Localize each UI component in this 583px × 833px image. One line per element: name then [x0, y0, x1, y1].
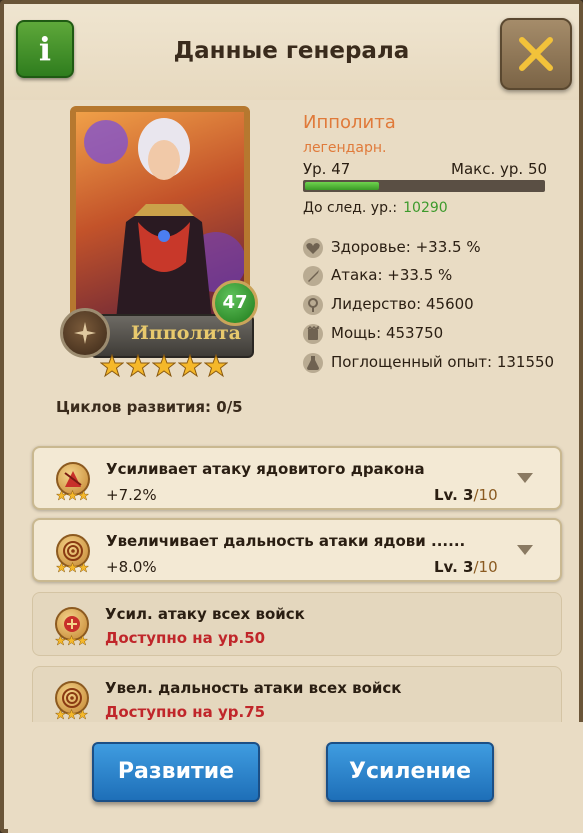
- stat-label: Лидерство:: [331, 295, 422, 313]
- skill-level-max: /10: [473, 558, 498, 576]
- star-icon: [55, 709, 66, 720]
- info-icon: i: [38, 30, 52, 68]
- next-level-row: До след. ур.: 10290: [303, 200, 448, 216]
- xp-progress-fill: [305, 182, 379, 190]
- level-badge: 47: [212, 280, 258, 326]
- might-icon: [303, 324, 323, 344]
- max-level-value: 50: [527, 160, 548, 178]
- skill-card[interactable]: Увеличивает дальность атаки ядови ......…: [32, 518, 562, 582]
- star-icon: [126, 354, 150, 378]
- star-icon: [66, 635, 77, 646]
- star-icon: [77, 635, 88, 646]
- skill-stars: [55, 709, 89, 720]
- skill-title: Усиливает атаку ядовитого дракона: [106, 460, 425, 478]
- xp-progress-bar: [303, 180, 545, 192]
- skill-stars: [56, 562, 90, 573]
- star-icon: [77, 709, 88, 720]
- star-icon: [56, 562, 67, 573]
- max-level-label: Макс. ур.: [451, 160, 524, 178]
- development-cycles: Циклов развития: 0/5: [56, 398, 243, 416]
- stat-value: 131550: [496, 353, 555, 371]
- skill-level-current: Lv. 3: [434, 486, 474, 504]
- leadership-icon: [303, 295, 323, 315]
- skill-value: +8.0%: [106, 558, 157, 576]
- star-icon: [56, 490, 67, 501]
- stat-value: +33.5 %: [387, 266, 453, 284]
- star-icon: [55, 635, 66, 646]
- close-button[interactable]: [500, 18, 572, 90]
- star-icon: [78, 490, 89, 501]
- star-icon: [78, 562, 89, 573]
- cycles-value: 0/5: [216, 398, 243, 416]
- develop-button[interactable]: Развитие: [92, 742, 260, 802]
- stat-value: +33.5 %: [415, 238, 481, 256]
- skill-title: Увел. дальность атаки всех войск: [105, 679, 402, 697]
- skill-card-locked: Увел. дальность атаки всех войск Доступн…: [32, 666, 562, 730]
- skill-level-current: Lv. 3: [434, 558, 474, 576]
- stat-label: Здоровье:: [331, 238, 411, 256]
- stat-label: Мощь:: [331, 324, 382, 342]
- level-value: 47: [331, 160, 351, 178]
- skill-stars: [55, 635, 89, 646]
- enhance-button[interactable]: Усиление: [326, 742, 494, 802]
- next-level-value: 10290: [403, 200, 448, 216]
- skill-title: Увеличивает дальность атаки ядови ......: [106, 532, 466, 550]
- skill-unlock-requirement: Доступно на ур.75: [105, 703, 266, 721]
- class-emblem-icon: [60, 308, 110, 358]
- skill-level: Lv. 3/10: [434, 486, 498, 504]
- star-icon: [67, 490, 78, 501]
- skill-title: Усил. атаку всех войск: [105, 605, 305, 623]
- xp-flask-icon: [303, 353, 323, 373]
- star-rating: [100, 354, 230, 380]
- skill-unlock-requirement: Доступно на ур.50: [105, 629, 266, 647]
- star-icon: [178, 354, 202, 378]
- page-title: Данные генерала: [173, 38, 410, 64]
- close-icon: [519, 37, 553, 71]
- chevron-down-icon[interactable]: [516, 544, 534, 556]
- star-icon: [66, 709, 77, 720]
- skill-card[interactable]: Усиливает атаку ядовитого дракона +7.2% …: [32, 446, 562, 510]
- skill-value: +7.2%: [106, 486, 157, 504]
- info-button[interactable]: i: [16, 20, 74, 78]
- rarity-label: легендарн.: [303, 140, 387, 156]
- star-icon: [152, 354, 176, 378]
- stat-label: Поглощенный опыт:: [331, 353, 493, 371]
- star-icon: [100, 354, 124, 378]
- star-icon: [67, 562, 78, 573]
- skill-card-locked: Усил. атаку всех войск Доступно на ур.50: [32, 592, 562, 656]
- skill-level: Lv. 3/10: [434, 558, 498, 576]
- skill-level-max: /10: [473, 486, 498, 504]
- sword-icon: [303, 266, 323, 286]
- general-details-panel: Данные генерала i Ипполита 47 Циклов раз…: [0, 0, 583, 833]
- stat-value: 45600: [426, 295, 474, 313]
- general-name: Ипполита: [303, 112, 396, 133]
- stat-value: 453750: [385, 324, 444, 342]
- next-level-label: До след. ур.:: [303, 200, 398, 216]
- cycles-label: Циклов развития:: [56, 398, 212, 416]
- heart-icon: [303, 238, 323, 258]
- chevron-down-icon[interactable]: [516, 472, 534, 484]
- level-label: Ур.: [303, 160, 327, 178]
- skill-stars: [56, 490, 90, 501]
- stat-label: Атака:: [331, 266, 383, 284]
- star-icon: [204, 354, 228, 378]
